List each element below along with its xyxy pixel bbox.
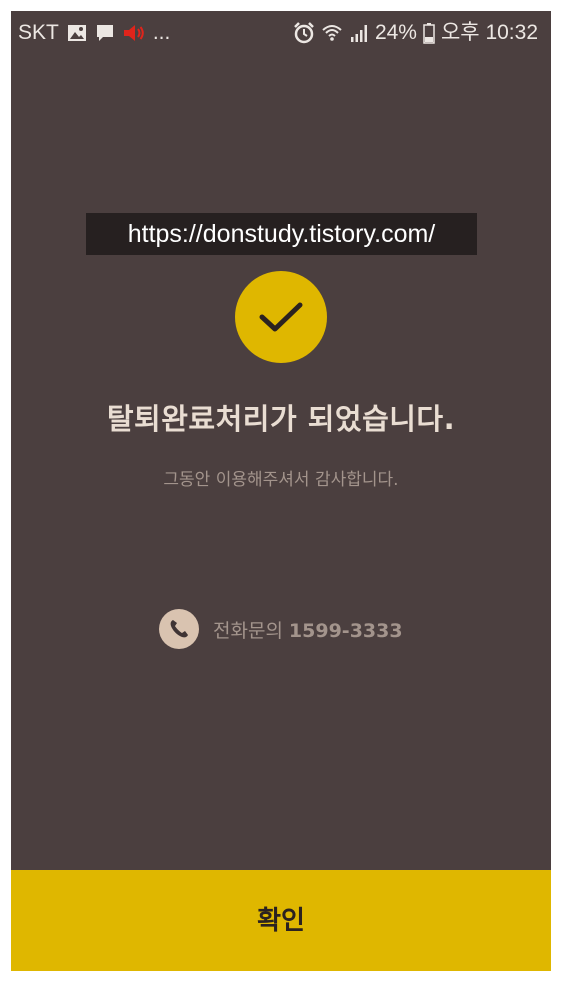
more-notifications: ...: [152, 21, 171, 44]
confirm-button[interactable]: 확인: [11, 870, 551, 971]
page-title: 탈퇴완료처리가 되었습니다.: [106, 402, 456, 436]
message-icon: [95, 23, 115, 43]
status-bar: SKT ... 24% 오후 10:32: [11, 11, 551, 55]
phone-text: 전화문의 1599-3333: [213, 616, 403, 643]
clock: 오후 10:32: [440, 21, 538, 44]
battery-percent: 24%: [374, 21, 417, 44]
phone-inquiry[interactable]: 전화문의 1599-3333: [159, 609, 403, 649]
check-icon: [235, 271, 327, 363]
app-screen: SKT ... 24% 오후 10:32 https://donstudy.ti…: [11, 11, 551, 971]
gallery-icon: [67, 24, 87, 42]
status-bar-left: SKT ...: [18, 20, 178, 46]
alarm-icon: [293, 22, 315, 44]
page-subtitle: 그동안 이용해주셔서 감사합니다.: [163, 470, 399, 490]
carrier-label: SKT: [18, 21, 59, 44]
phone-label: 전화문의: [213, 619, 283, 642]
status-bar-right: 24% 오후 10:32: [287, 20, 538, 46]
watermark-url: https://donstudy.tistory.com/: [86, 213, 477, 255]
phone-number[interactable]: 1599-3333: [289, 620, 403, 642]
volume-icon: [123, 24, 145, 42]
battery-icon: [423, 22, 435, 44]
wifi-icon: [321, 22, 343, 44]
phone-icon: [159, 609, 199, 649]
signal-icon: [349, 23, 369, 43]
